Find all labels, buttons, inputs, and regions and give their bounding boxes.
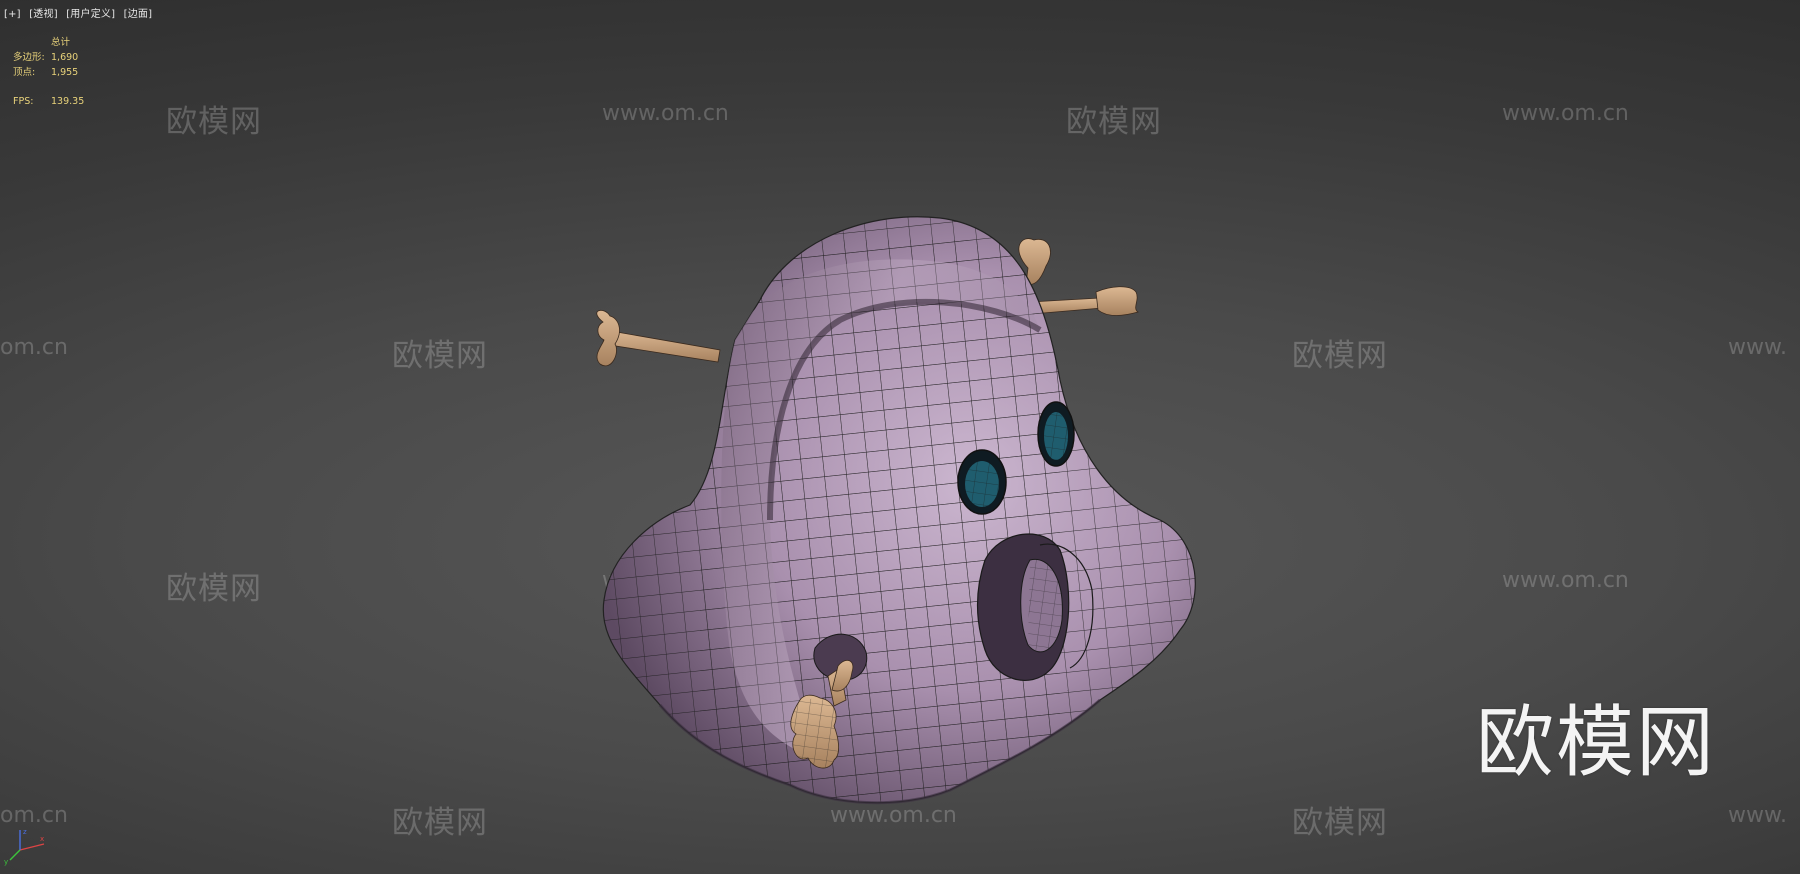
svg-text:x: x bbox=[40, 835, 44, 843]
brand-watermark-large: 欧模网 bbox=[1476, 698, 1717, 788]
xyz-axis-icon: x z y bbox=[4, 828, 45, 866]
bone-left bbox=[596, 309, 721, 370]
3d-viewport[interactable]: [+] [透视] [用户定义] [边面] 总计 多边形: 1,690 顶点: 1… bbox=[0, 0, 1800, 874]
svg-text:y: y bbox=[4, 858, 8, 866]
svg-text:z: z bbox=[23, 828, 27, 836]
